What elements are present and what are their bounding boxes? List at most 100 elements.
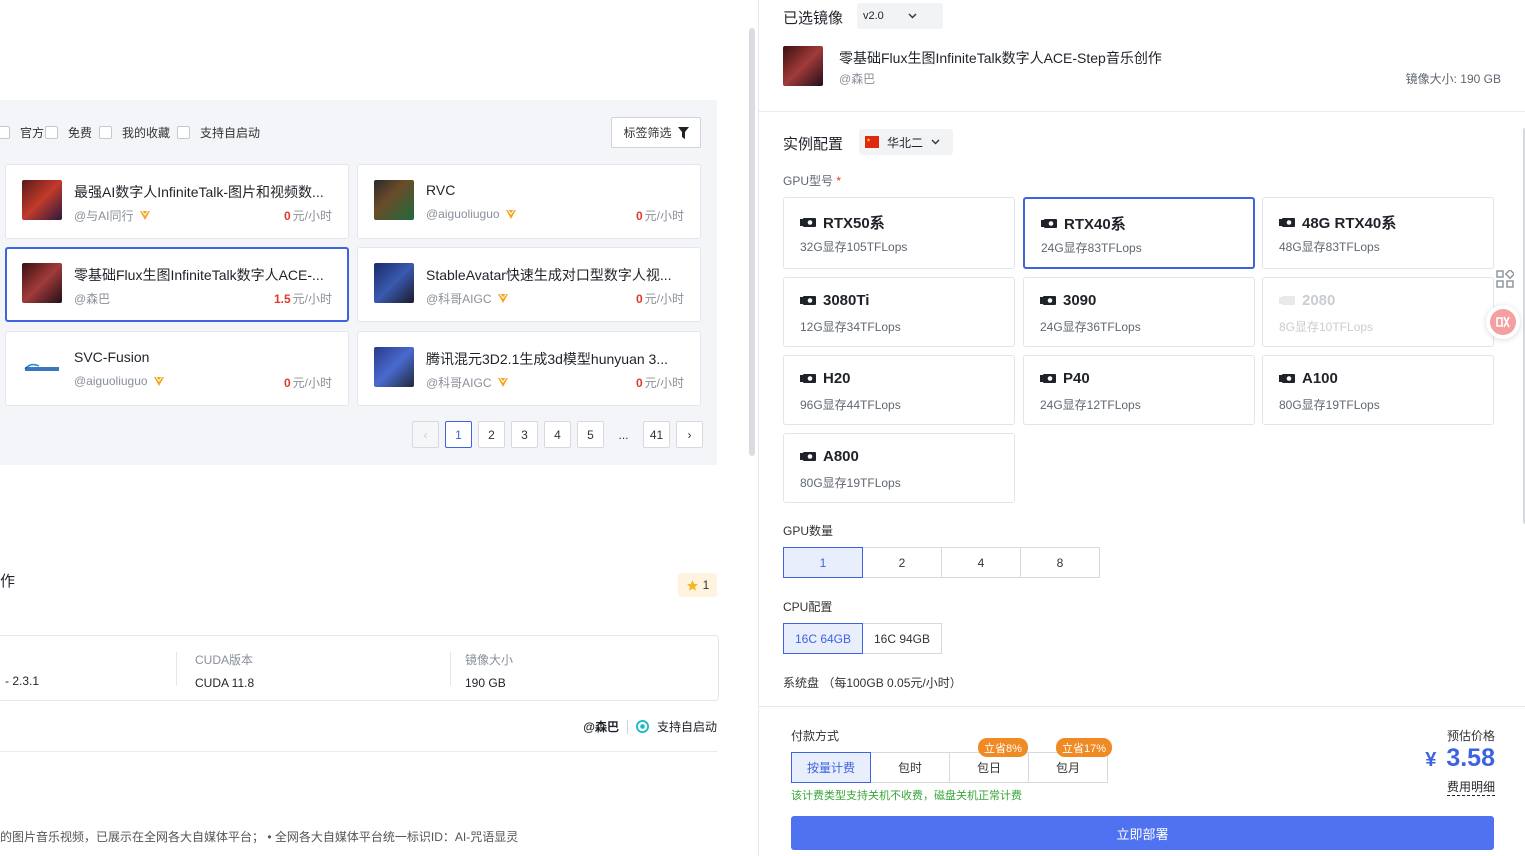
vip-badge-icon — [497, 293, 508, 303]
grid-apps-icon — [1496, 270, 1514, 288]
next-page-button[interactable]: › — [676, 421, 703, 448]
gpu-name: A100 — [1302, 370, 1338, 387]
favorite-button[interactable]: 1 — [678, 573, 717, 597]
selected-image-thumbnail — [783, 46, 823, 86]
gpu-option-rtx50[interactable]: RTX50系 32G显存105TFLops — [783, 197, 1015, 269]
image-card-selected[interactable]: 零基础Flux生图InfiniteTalk数字人ACE-... @森巴 1.5 元… — [5, 247, 349, 322]
info-label: 镜像大小 — [465, 653, 514, 667]
pagination-ellipsis: ... — [618, 427, 629, 442]
gpu-spec: 48G显存83TFLops — [1279, 240, 1380, 254]
gpu-card-icon — [800, 452, 816, 461]
price-value: 1.5 — [273, 292, 291, 306]
card-author: @科哥AIGC — [426, 374, 509, 391]
gpu-card-icon — [1041, 219, 1057, 228]
left-scrollbar[interactable] — [749, 28, 755, 456]
gpu-option-a800[interactable]: A800 80G显存19TFLops — [783, 433, 1015, 503]
filter-free[interactable]: 免费 — [45, 124, 92, 141]
filter-autostart[interactable]: 支持自启动 — [177, 124, 260, 141]
image-card[interactable]: SVC-Fusion @aiguoliuguo 0 元/小时 — [5, 331, 349, 406]
config-panel: 已选镜像 v2.0 零基础Flux生图InfiniteTalk数字人ACE-St… — [758, 0, 1525, 856]
gpu-card-icon — [1279, 218, 1295, 227]
image-card[interactable]: StableAvatar快速生成对口型数字人视... @科哥AIGC 0 元/小时 — [357, 247, 701, 322]
checkbox[interactable] — [177, 126, 190, 139]
price-value: 0 — [635, 376, 643, 390]
gpu-count-option[interactable]: 2 — [862, 547, 942, 578]
author-name: @科哥AIGC — [426, 376, 492, 390]
price-unit: 元/小时 — [292, 376, 332, 390]
page-button[interactable]: 2 — [478, 421, 505, 448]
gpu-name: 3090 — [1063, 292, 1097, 309]
vip-badge-icon — [139, 210, 150, 220]
gpu-spec: 24G显存36TFLops — [1040, 320, 1141, 334]
gpu-name: RTX40系 — [1064, 216, 1126, 233]
checkbox[interactable] — [0, 126, 10, 139]
gpu-option-3090[interactable]: 3090 24G显存36TFLops — [1023, 277, 1255, 347]
left-panel: 官方 免费 我的收藏 支持自启动 标签筛选 最强AI数字人InfiniteTal… — [0, 0, 758, 856]
info-label: CUDA版本 — [195, 653, 254, 667]
deploy-button[interactable]: 立即部署 — [791, 816, 1494, 850]
prev-page-button[interactable]: ‹ — [412, 421, 439, 448]
price-value: 0 — [283, 376, 291, 390]
card-author: @与AI同行 — [74, 207, 151, 224]
gpu-option-2080-disabled: 2080 8G显存10TFLops — [1262, 277, 1494, 347]
detail-title: 作 — [0, 573, 16, 590]
price-unit: 元/小时 — [644, 376, 684, 390]
gpu-spec: 24G显存12TFLops — [1040, 398, 1141, 412]
divider — [626, 719, 628, 734]
page-button[interactable]: 3 — [511, 421, 538, 448]
region-select[interactable]: 华北二 — [859, 129, 953, 155]
image-card[interactable]: 最强AI数字人InfiniteTalk-图片和视频数... @与AI同行 0 元/… — [5, 164, 349, 239]
page-button[interactable]: 1 — [445, 421, 472, 448]
filter-label: 我的收藏 — [122, 126, 171, 140]
gpu-count-selector: 1 2 4 8 — [783, 547, 1100, 578]
filter-favorites[interactable]: 我的收藏 — [99, 124, 170, 141]
card-price: 0 元/小时 — [284, 374, 332, 391]
detail-author[interactable]: @森巴 — [583, 718, 619, 735]
payment-method-label: 付款方式 — [791, 729, 840, 743]
gpu-card-icon — [800, 296, 816, 305]
checkbox[interactable] — [45, 126, 58, 139]
autostart-icon — [635, 720, 649, 733]
gpu-option-48g-rtx40[interactable]: 48G RTX40系 48G显存83TFLops — [1262, 197, 1494, 269]
price-detail-link[interactable]: 费用明细 — [1446, 778, 1495, 796]
version-value: v2.0 — [863, 10, 884, 22]
page-button[interactable]: 4 — [544, 421, 571, 448]
selected-image-size: 镜像大小: 190 GB — [1405, 72, 1501, 86]
ime-tool-button[interactable] — [1486, 305, 1520, 339]
card-author: @aiguoliuguo — [426, 207, 517, 221]
gpu-option-rtx40[interactable]: RTX40系 24G显存83TFLops — [1023, 197, 1255, 269]
gpu-option-p40[interactable]: P40 24G显存12TFLops — [1023, 355, 1255, 425]
gpu-option-h20[interactable]: H20 96G显存44TFLops — [783, 355, 1015, 425]
gpu-count-option[interactable]: 1 — [783, 547, 863, 578]
tag-filter-button[interactable]: 标签筛选 — [611, 117, 701, 148]
image-card[interactable]: 腾讯混元3D2.1生成3d模型hunyuan 3... @科哥AIGC 0 元/小… — [357, 331, 701, 406]
checkbox[interactable] — [99, 126, 112, 139]
gpu-spec: 96G显存44TFLops — [800, 398, 901, 412]
card-author: @aiguoliuguo — [74, 374, 165, 388]
page-button[interactable]: 5 — [577, 421, 604, 448]
gpu-card-icon — [1279, 296, 1295, 305]
cpu-config-label: CPU配置 — [783, 600, 833, 614]
gpu-count-option[interactable]: 4 — [941, 547, 1021, 578]
filter-official[interactable]: 官方 — [0, 124, 44, 141]
cpu-option[interactable]: 16C 94GB — [862, 623, 942, 654]
cpu-option[interactable]: 16C 64GB — [783, 623, 863, 654]
card-title: StableAvatar快速生成对口型数字人视... — [426, 267, 672, 283]
image-card[interactable]: RVC @aiguoliuguo 0 元/小时 — [357, 164, 701, 239]
price-unit: 元/小时 — [644, 292, 684, 306]
card-thumbnail — [22, 263, 62, 303]
gpu-spec: 32G显存105TFLops — [800, 240, 908, 254]
page-button[interactable]: 41 — [643, 421, 670, 448]
payment-option[interactable]: 包时 — [870, 752, 950, 783]
gpu-count-option[interactable]: 8 — [1020, 547, 1100, 578]
qr-tool-button[interactable] — [1488, 262, 1522, 296]
price-unit: 元/小时 — [292, 209, 332, 223]
gpu-option-3080ti[interactable]: 3080Ti 12G显存34TFLops — [783, 277, 1015, 347]
version-select[interactable]: v2.0 — [857, 3, 943, 29]
gpu-name: A800 — [823, 448, 859, 465]
payment-method-selector: 按量计费 包时 包日 包月 — [791, 752, 1108, 783]
currency-symbol: ¥ — [1425, 749, 1437, 771]
gpu-option-a100[interactable]: A100 80G显存19TFLops — [1262, 355, 1494, 425]
payment-option[interactable]: 按量计费 — [791, 752, 871, 783]
card-price: 0 元/小时 — [284, 207, 332, 224]
